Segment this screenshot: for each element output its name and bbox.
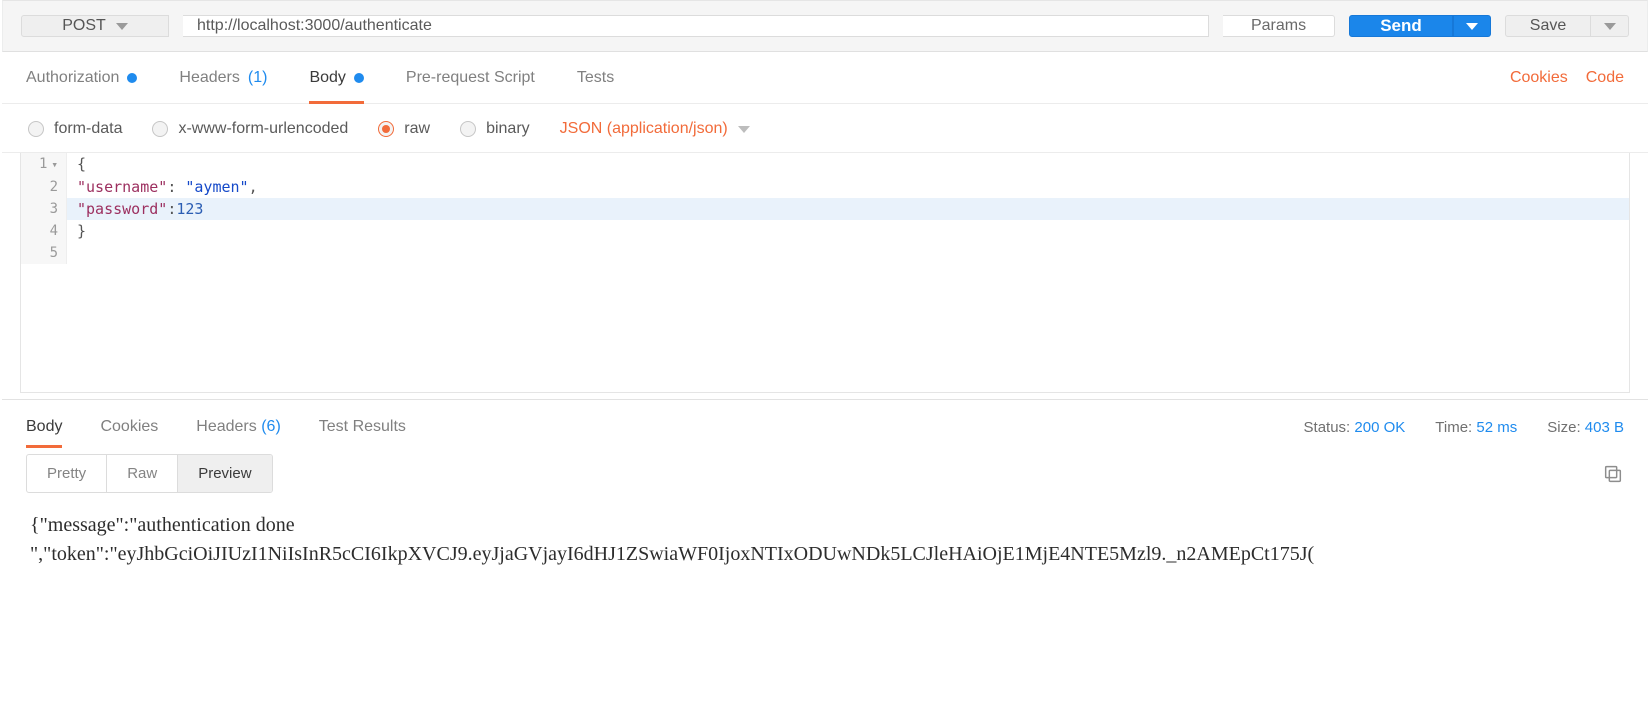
- tab-headers[interactable]: Headers (1): [179, 52, 267, 103]
- response-body-preview: {"message":"authentication done ","token…: [2, 503, 1648, 589]
- tab-label: Tests: [577, 69, 614, 87]
- radio-label: form-data: [54, 120, 122, 138]
- editor-line: 2 "username": "aymen",: [21, 176, 1629, 198]
- radio-label: binary: [486, 120, 530, 138]
- time-meta: Time: 52 ms: [1435, 419, 1517, 436]
- request-url-input[interactable]: http://localhost:3000/authenticate: [183, 15, 1209, 37]
- cookies-link[interactable]: Cookies: [1510, 69, 1568, 87]
- size-meta: Size: 403 B: [1547, 419, 1624, 436]
- fold-icon[interactable]: ▾: [51, 154, 58, 176]
- line-number: 3: [50, 201, 58, 217]
- radio-icon: [28, 121, 44, 137]
- http-method-label: POST: [62, 17, 106, 35]
- copy-icon[interactable]: [1602, 463, 1624, 485]
- editor-line: 5: [21, 242, 1629, 264]
- response-tab-headers[interactable]: Headers (6): [196, 400, 281, 454]
- radio-raw[interactable]: raw: [378, 120, 430, 138]
- radio-label: raw: [404, 120, 430, 138]
- tab-label: Test Results: [319, 418, 406, 436]
- headers-count: (6): [261, 418, 281, 436]
- line-number: 5: [50, 245, 58, 261]
- radio-urlencoded[interactable]: x-www-form-urlencoded: [152, 120, 348, 138]
- segment-pretty[interactable]: Pretty: [27, 455, 106, 492]
- radio-icon: [460, 121, 476, 137]
- request-url-text: http://localhost:3000/authenticate: [197, 17, 432, 35]
- content-type-select[interactable]: JSON (application/json): [560, 120, 750, 138]
- segment-preview[interactable]: Preview: [177, 455, 271, 492]
- status-meta: Status: 200 OK: [1304, 419, 1406, 436]
- editor-line: 3 "password":123: [21, 198, 1629, 220]
- size-value: 403 B: [1585, 419, 1624, 436]
- token-punct: :: [167, 200, 176, 218]
- response-meta: Status: 200 OK Time: 52 ms Size: 403 B: [1304, 419, 1624, 436]
- meta-label: Status:: [1304, 419, 1351, 436]
- tab-prerequest-script[interactable]: Pre-request Script: [406, 52, 535, 103]
- line-number: 2: [50, 179, 58, 195]
- send-group: Send: [1349, 15, 1491, 37]
- params-button[interactable]: Params: [1223, 15, 1335, 37]
- chevron-down-icon: [1604, 23, 1616, 30]
- save-label: Save: [1530, 17, 1566, 35]
- code-link[interactable]: Code: [1586, 69, 1624, 87]
- meta-label: Time:: [1435, 419, 1472, 436]
- token-brace: {: [77, 155, 86, 173]
- radio-icon: [378, 121, 394, 137]
- content-type-label: JSON (application/json): [560, 120, 728, 138]
- tab-label: Body: [309, 69, 345, 87]
- time-value: 52 ms: [1476, 419, 1517, 436]
- request-bar: POST http://localhost:3000/authenticate …: [2, 0, 1648, 52]
- radio-icon: [152, 121, 168, 137]
- token-string: "aymen": [185, 178, 248, 196]
- editor-line: 4 }: [21, 220, 1629, 242]
- line-number: 1: [39, 156, 47, 172]
- save-group: Save: [1505, 15, 1629, 37]
- token-brace: }: [77, 222, 86, 240]
- radio-binary[interactable]: binary: [460, 120, 530, 138]
- response-tab-cookies[interactable]: Cookies: [100, 400, 158, 454]
- token-key: "password": [77, 200, 167, 218]
- response-view-segment: Pretty Raw Preview: [26, 454, 273, 493]
- status-value: 200 OK: [1354, 419, 1405, 436]
- line-number: 4: [50, 223, 58, 239]
- token-number: 123: [176, 200, 203, 218]
- response-tab-test-results[interactable]: Test Results: [319, 400, 406, 454]
- response-tabs: Body Cookies Headers (6) Test Results St…: [2, 400, 1648, 454]
- tab-label: Authorization: [26, 69, 119, 87]
- save-button[interactable]: Save: [1505, 15, 1591, 37]
- request-tabs: Authorization Headers (1) Body Pre-reque…: [2, 52, 1648, 104]
- send-button[interactable]: Send: [1349, 15, 1453, 37]
- params-label: Params: [1251, 17, 1306, 35]
- tab-authorization[interactable]: Authorization: [26, 52, 137, 103]
- save-caret-button[interactable]: [1591, 15, 1629, 37]
- token-punct: ,: [249, 178, 258, 196]
- tab-label: Body: [26, 418, 62, 436]
- response-subtabs: Pretty Raw Preview: [2, 454, 1648, 503]
- chevron-down-icon: [1466, 23, 1478, 30]
- dot-icon: [354, 73, 364, 83]
- tab-label: Cookies: [100, 418, 158, 436]
- radio-label: x-www-form-urlencoded: [178, 120, 348, 138]
- tab-body[interactable]: Body: [309, 52, 363, 103]
- http-method-select[interactable]: POST: [21, 15, 169, 37]
- tab-label: Headers: [196, 418, 256, 436]
- token-key: "username": [77, 178, 167, 196]
- segment-raw[interactable]: Raw: [106, 455, 177, 492]
- response-tab-body[interactable]: Body: [26, 400, 62, 454]
- radio-form-data[interactable]: form-data: [28, 120, 122, 138]
- request-body-editor[interactable]: 1▾ { 2 "username": "aymen", 3 "password"…: [20, 153, 1630, 393]
- body-type-row: form-data x-www-form-urlencoded raw bina…: [2, 104, 1648, 153]
- tab-tests[interactable]: Tests: [577, 52, 614, 103]
- request-links: Cookies Code: [1510, 69, 1624, 87]
- tab-label: Pre-request Script: [406, 69, 535, 87]
- dot-icon: [127, 73, 137, 83]
- chevron-down-icon: [116, 23, 128, 30]
- headers-count: (1): [248, 69, 268, 87]
- tab-label: Headers: [179, 69, 239, 87]
- send-label: Send: [1380, 16, 1422, 36]
- meta-label: Size:: [1547, 419, 1580, 436]
- editor-line: 1▾ {: [21, 153, 1629, 176]
- token-punct: :: [167, 178, 185, 196]
- send-caret-button[interactable]: [1453, 15, 1491, 37]
- chevron-down-icon: [738, 126, 750, 133]
